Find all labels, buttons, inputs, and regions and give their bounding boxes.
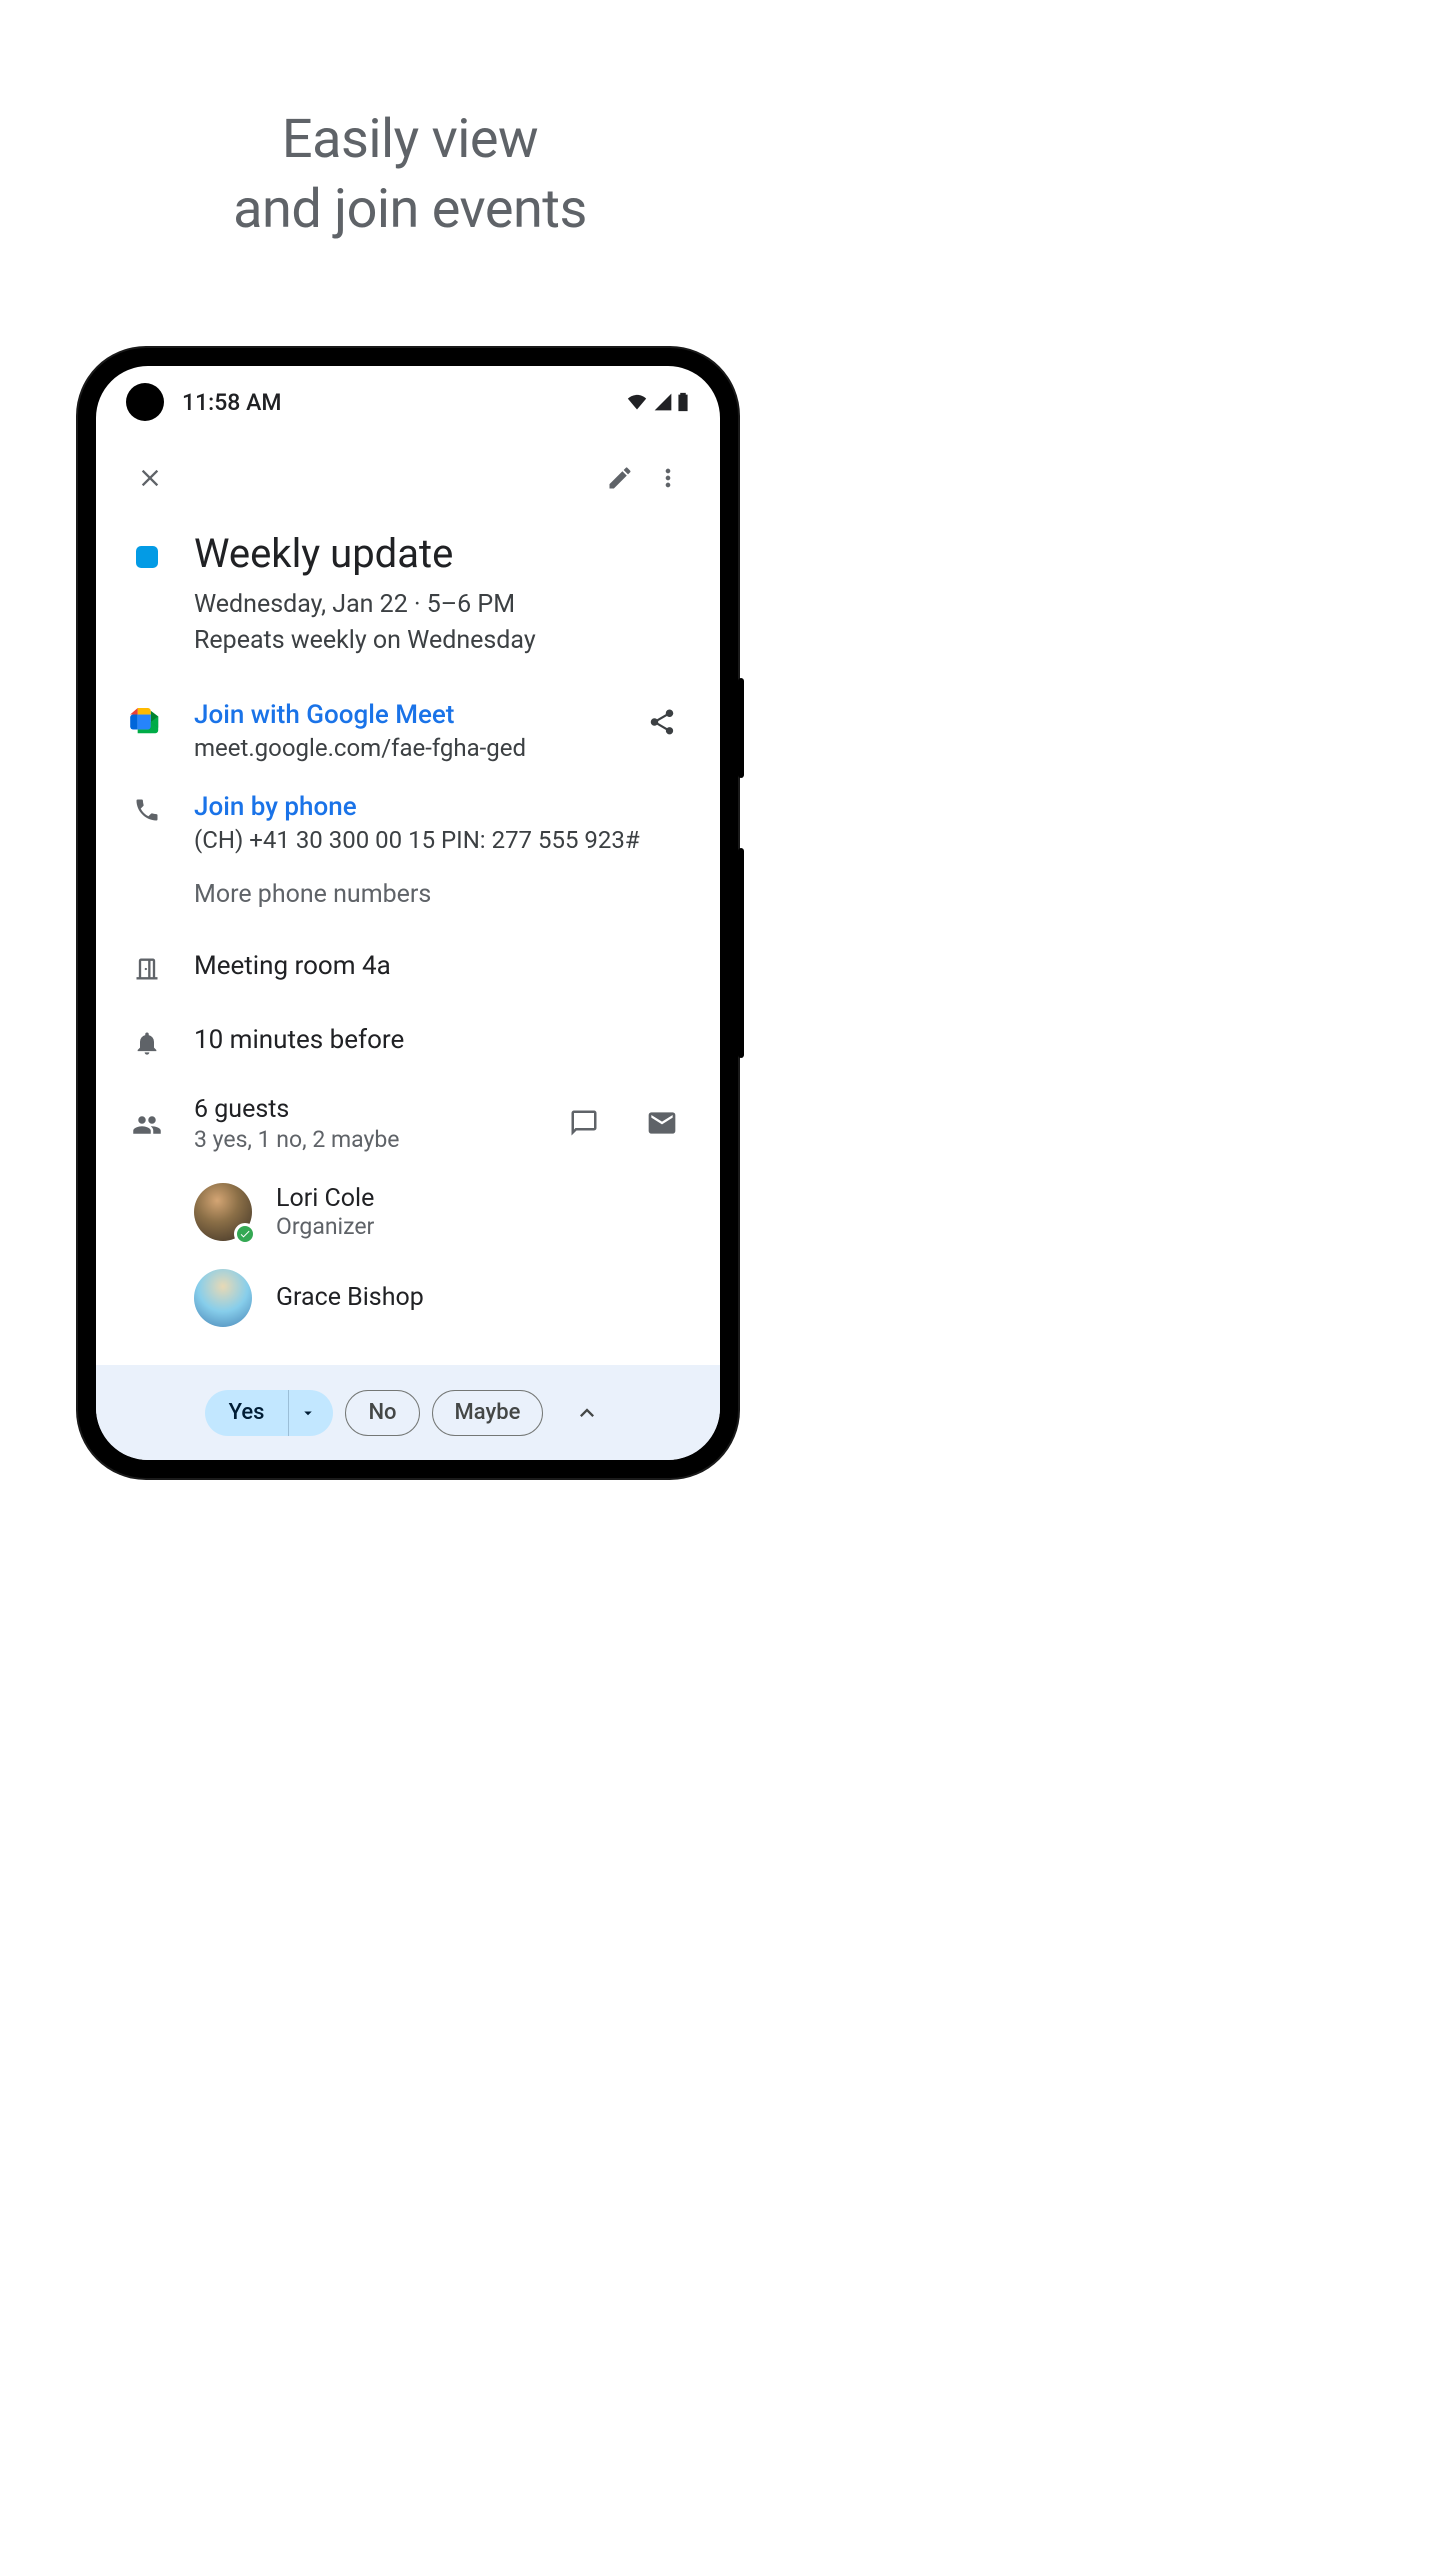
event-color-icon	[130, 528, 164, 568]
google-meet-icon	[130, 708, 164, 736]
phone-screen: 11:58 AM	[96, 366, 720, 1460]
close-button[interactable]	[126, 454, 174, 502]
event-title-row: Weekly update Wednesday, Jan 22 · 5–6 PM…	[130, 528, 686, 660]
mail-icon	[646, 1107, 678, 1139]
guest-item[interactable]: Grace Bishop	[194, 1269, 686, 1327]
guest-name: Grace Bishop	[276, 1283, 424, 1312]
reminder-row[interactable]: 10 minutes before	[130, 1023, 686, 1057]
email-guests-button[interactable]	[638, 1099, 686, 1147]
people-icon	[132, 1110, 162, 1140]
promo-line-1: Easily view	[0, 105, 820, 175]
rsvp-yes-group: Yes	[205, 1390, 334, 1436]
event-title: Weekly update	[194, 530, 686, 577]
reminder-text: 10 minutes before	[194, 1025, 686, 1055]
event-content: Weekly update Wednesday, Jan 22 · 5–6 PM…	[96, 510, 720, 1327]
more-phone-numbers[interactable]: More phone numbers	[194, 880, 686, 909]
accepted-badge	[234, 1223, 256, 1245]
more-vert-icon	[654, 464, 682, 492]
phone-link-title: Join by phone	[194, 792, 686, 822]
status-bar: 11:58 AM	[96, 366, 720, 430]
event-datetime: Wednesday, Jan 22 · 5–6 PM	[194, 587, 686, 623]
dropdown-icon	[299, 1404, 317, 1422]
cellular-icon	[652, 392, 674, 412]
promo-title: Easily view and join events	[0, 0, 820, 245]
rsvp-yes-dropdown[interactable]	[288, 1390, 333, 1436]
guest-role: Organizer	[276, 1213, 374, 1240]
room-icon	[133, 955, 161, 983]
promo-line-2: and join events	[0, 175, 820, 245]
guests-row[interactable]: 6 guests 3 yes, 1 no, 2 maybe	[130, 1093, 686, 1153]
rsvp-no-button[interactable]: No	[345, 1390, 419, 1436]
meet-link-title: Join with Google Meet	[194, 700, 608, 730]
rsvp-yes-button[interactable]: Yes	[205, 1390, 289, 1436]
rsvp-bar: Yes No Maybe	[96, 1365, 720, 1460]
guest-name: Lori Cole	[276, 1184, 374, 1213]
volume-button	[738, 848, 744, 1058]
room-name: Meeting room 4a	[194, 951, 686, 981]
guest-summary: 3 yes, 1 no, 2 maybe	[194, 1126, 530, 1153]
bell-icon	[133, 1029, 161, 1057]
phone-number: (CH) +41 30 300 00 15 PIN: 277 555 923#	[194, 826, 686, 854]
event-top-bar	[96, 430, 720, 510]
edit-button[interactable]	[596, 454, 644, 502]
chat-guests-button[interactable]	[560, 1099, 608, 1147]
chevron-up-icon	[573, 1399, 601, 1427]
battery-icon	[676, 391, 690, 413]
wifi-icon	[624, 392, 650, 412]
close-icon	[136, 464, 164, 492]
guest-list: Lori Cole Organizer Grace Bishop	[194, 1183, 686, 1327]
room-row[interactable]: Meeting room 4a	[130, 949, 686, 983]
share-meet-button[interactable]	[638, 698, 686, 746]
meet-url: meet.google.com/fae-fgha-ged	[194, 734, 608, 762]
avatar	[194, 1269, 252, 1327]
status-icons	[624, 391, 690, 413]
overflow-menu-button[interactable]	[644, 454, 692, 502]
chat-icon	[569, 1108, 599, 1138]
rsvp-maybe-button[interactable]: Maybe	[432, 1390, 544, 1436]
phone-icon	[133, 796, 161, 824]
collapse-rsvp-button[interactable]	[563, 1389, 611, 1437]
guest-count: 6 guests	[194, 1095, 530, 1124]
pencil-icon	[606, 464, 634, 492]
phone-row[interactable]: Join by phone (CH) +41 30 300 00 15 PIN:…	[130, 790, 686, 854]
power-button	[738, 678, 744, 778]
meet-row[interactable]: Join with Google Meet meet.google.com/fa…	[130, 698, 686, 762]
status-time: 11:58 AM	[182, 389, 281, 416]
share-icon	[647, 707, 677, 737]
phone-frame: 11:58 AM	[78, 348, 738, 1478]
guest-item[interactable]: Lori Cole Organizer	[194, 1183, 686, 1241]
event-recurrence: Repeats weekly on Wednesday	[194, 623, 686, 659]
camera-punch-hole	[126, 383, 164, 421]
